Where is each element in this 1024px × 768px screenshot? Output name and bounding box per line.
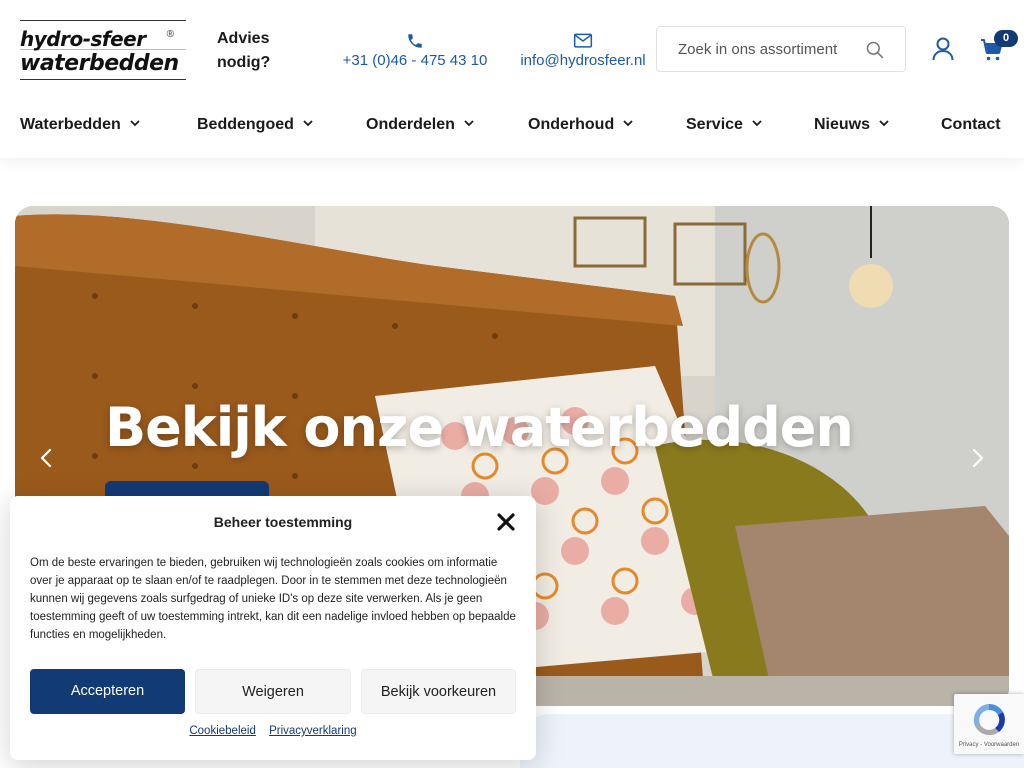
mail-icon	[573, 33, 593, 48]
logo-line-2: waterbedden	[20, 51, 179, 76]
advice-prompt: Advies nodig?	[217, 27, 297, 75]
advice-line-1: Advies	[217, 30, 270, 47]
consent-title: Beheer toestemming	[10, 514, 536, 530]
cart-button[interactable]: 0	[980, 30, 1018, 64]
nav-item-onderdelen[interactable]: Onderdelen	[366, 116, 474, 134]
nav-item-label: Onderdelen	[366, 116, 455, 133]
logo-registered-mark: ®	[166, 29, 174, 40]
search-input[interactable]	[657, 27, 857, 71]
site-header: hydro-sfeer ® waterbedden Advies nodig? …	[0, 0, 1024, 158]
phone-number: +31 (0)46 - 475 43 10	[342, 52, 488, 69]
nav-item-label: Nieuws	[814, 116, 871, 133]
email-link[interactable]: info@hydrosfeer.nl	[514, 32, 652, 69]
nav-item-service[interactable]: Service	[686, 116, 762, 134]
chevron-down-icon	[464, 120, 474, 127]
chevron-down-icon	[623, 120, 633, 127]
cookie-consent-dialog: Beheer toestemming Om de beste ervaringe…	[10, 496, 536, 760]
decorative-panel	[520, 714, 1024, 768]
nav-item-nieuws[interactable]: Nieuws	[814, 116, 889, 134]
nav-item-label: Service	[686, 116, 743, 133]
chevron-down-icon	[130, 120, 140, 127]
privacy-statement-link[interactable]: Privacyverklaring	[269, 725, 357, 737]
search-box	[656, 26, 906, 72]
cookie-policy-link[interactable]: Cookiebeleid	[189, 725, 256, 737]
nav-item-label: Beddengoed	[197, 116, 294, 133]
chevron-down-icon	[879, 120, 889, 127]
nav-item-contact[interactable]: Contact	[941, 116, 1001, 134]
phone-link[interactable]: +31 (0)46 - 475 43 10	[340, 32, 490, 69]
accept-button[interactable]: Accepteren	[30, 669, 185, 714]
consent-links: Cookiebeleid Privacyverklaring	[10, 725, 536, 737]
chevron-down-icon	[303, 120, 313, 127]
deny-button[interactable]: Weigeren	[195, 669, 351, 714]
consent-title-text: Beheer toestemming	[213, 514, 353, 530]
chevron-left-icon[interactable]	[35, 446, 59, 470]
cart-count-badge: 0	[994, 30, 1018, 47]
recaptcha-icon	[973, 703, 1005, 736]
recaptcha-text: Privacy - Voorwaarden	[958, 742, 1020, 748]
recaptcha-badge[interactable]: Privacy - Voorwaarden	[954, 694, 1024, 754]
chevron-right-icon[interactable]	[965, 446, 989, 470]
main-nav: Waterbedden Beddengoed Onderdelen Onderh…	[20, 116, 1010, 142]
nav-item-waterbedden[interactable]: Waterbedden	[20, 116, 140, 134]
advice-line-2: nodig?	[217, 54, 271, 71]
logo-line-1: hydro-sfeer	[20, 27, 146, 51]
chevron-down-icon	[752, 120, 762, 127]
nav-item-label: Onderhoud	[528, 116, 615, 133]
nav-item-label: Waterbedden	[20, 116, 121, 133]
logo[interactable]: hydro-sfeer ® waterbedden	[20, 20, 186, 80]
email-address: info@hydrosfeer.nl	[520, 52, 646, 69]
search-icon[interactable]	[865, 40, 885, 60]
user-icon[interactable]	[932, 37, 954, 61]
view-preferences-button[interactable]: Bekijk voorkeuren	[361, 669, 516, 714]
nav-item-onderhoud[interactable]: Onderhoud	[528, 116, 633, 134]
close-icon[interactable]	[496, 512, 516, 532]
nav-item-beddengoed[interactable]: Beddengoed	[197, 116, 313, 134]
consent-body: Om de beste ervaringen te bieden, gebrui…	[30, 557, 516, 641]
page: hydro-sfeer ® waterbedden Advies nodig? …	[0, 0, 1024, 768]
nav-item-label: Contact	[941, 116, 1001, 133]
hero-title: Bekijk onze waterbedden	[105, 396, 854, 459]
phone-icon	[408, 34, 422, 48]
